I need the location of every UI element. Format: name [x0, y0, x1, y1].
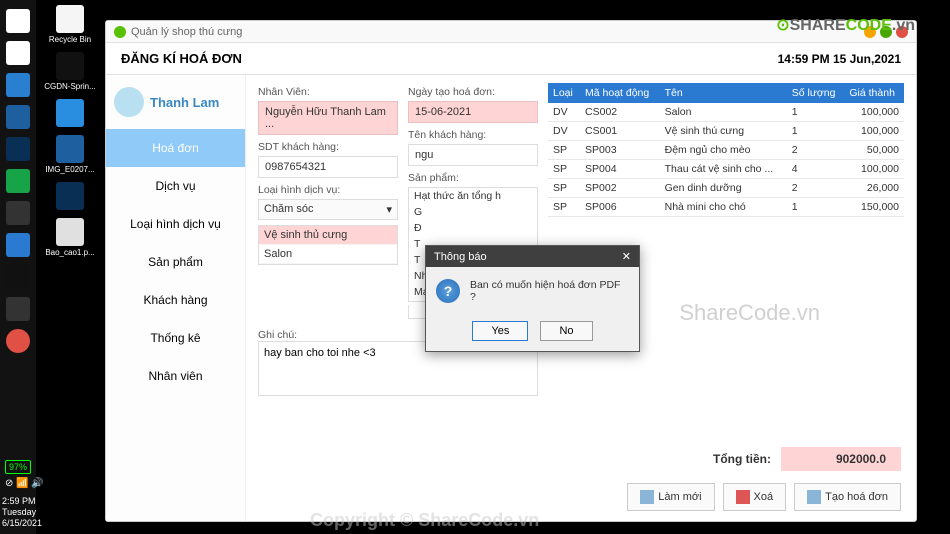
taskbar-app-icon[interactable] — [6, 73, 30, 97]
watermark-center: ShareCode.vn — [679, 300, 820, 326]
th-ma: Mã hoạt động — [580, 83, 660, 103]
tong-tien-value: 902000.0 — [781, 447, 901, 471]
clock[interactable]: 2:59 PM Tuesday 6/15/2021 — [2, 496, 42, 529]
watermark-copyright: Copyright © ShareCode.vn — [310, 510, 539, 531]
dialog-title: Thông báo — [434, 251, 487, 263]
list-item[interactable]: Salon — [259, 245, 397, 264]
page-header: ĐĂNG KÍ HOÁ ĐƠN 14:59 PM 15 Jun,2021 — [106, 43, 916, 75]
action-buttons: Làm mới Xoá Tạo hoá đơn — [627, 483, 901, 511]
list-item[interactable]: Đ — [409, 220, 537, 236]
refresh-icon — [640, 490, 654, 504]
ten-kh-field[interactable]: ngu — [408, 144, 538, 166]
taskbar-app-icon[interactable] — [6, 201, 30, 225]
loai-hinh-select[interactable]: Chăm sóc ▾ — [258, 199, 398, 220]
table-row[interactable]: SPSP004Thau cát vệ sinh cho ...4100,000 — [548, 160, 904, 179]
chevron-down-icon: ▾ — [386, 203, 392, 216]
user-name: Thanh Lam — [150, 95, 219, 110]
table-row[interactable]: SPSP003Đệm ngủ cho mèo250,000 — [548, 141, 904, 160]
taskbar-app-icon[interactable] — [6, 297, 30, 321]
ngay-tao-field[interactable]: 15-06-2021 — [408, 101, 538, 123]
table-row[interactable]: DVCS002Salon1100,000 — [548, 103, 904, 122]
timestamp: 14:59 PM 15 Jun,2021 — [778, 52, 901, 66]
table-row[interactable]: SPSP002Gen dinh dưỡng226,000 — [548, 179, 904, 198]
dialog-no-button[interactable]: No — [540, 321, 592, 341]
dialog-yes-button[interactable]: Yes — [472, 321, 528, 341]
label-loai-hinh: Loại hình dịch vụ: — [258, 184, 398, 196]
sharecode-logo: ⊙SHARECODE.vn — [776, 15, 915, 35]
avatar — [114, 87, 144, 117]
dialog-close-icon[interactable]: ✕ — [622, 250, 631, 263]
sidebar-item-loai-hinh[interactable]: Loại hình dịch vụ — [106, 205, 245, 243]
sidebar-item-nhan-vien[interactable]: Nhân viên — [106, 357, 245, 395]
lam-moi-button[interactable]: Làm mới — [627, 483, 714, 511]
tao-hoa-don-button[interactable]: Tạo hoá đơn — [794, 483, 901, 511]
app-icon — [114, 26, 126, 38]
taskbar-app-icon[interactable] — [6, 265, 30, 289]
label-ten-kh: Tên khách hàng: — [408, 129, 538, 141]
sidebar-item-thong-ke[interactable]: Thống kê — [106, 319, 245, 357]
delete-icon — [736, 490, 750, 504]
user-block: Thanh Lam — [106, 75, 245, 129]
taskbar-app-icon[interactable] — [6, 169, 30, 193]
sidebar-item-hoa-don[interactable]: Hoá đơn — [106, 129, 245, 167]
dialog-titlebar: Thông báo ✕ — [426, 246, 639, 267]
th-ten: Tên — [660, 83, 787, 103]
dialog-message: Ban có muốn hiện hoá đơn PDF ? — [470, 279, 629, 303]
desktop-icon[interactable]: Bao_cao1.p... — [40, 218, 100, 257]
taskbar-app-icon[interactable] — [6, 41, 30, 65]
taskbar-app-icon[interactable] — [6, 137, 30, 161]
desktop-icon[interactable] — [40, 182, 100, 210]
total-row: Tổng tiền: 902000.0 — [713, 447, 901, 471]
sidebar-item-san-pham[interactable]: Sản phẩm — [106, 243, 245, 281]
th-gia: Giá thành — [844, 83, 904, 103]
xoa-button[interactable]: Xoá — [723, 483, 787, 511]
battery-indicator: 97% — [5, 460, 31, 474]
label-sdt: SDT khách hàng: — [258, 141, 398, 153]
taskbar-app-icon[interactable] — [6, 233, 30, 257]
confirm-dialog: Thông báo ✕ ? Ban có muốn hiện hoá đơn P… — [425, 245, 640, 352]
taskbar-app-icon[interactable] — [6, 105, 30, 129]
question-icon: ? — [436, 279, 460, 303]
th-loai: Loại — [548, 83, 580, 103]
desktop-icon[interactable]: CGDN-Sprin... — [40, 52, 100, 91]
label-ngay-tao: Ngày tạo hoá đơn: — [408, 86, 538, 98]
desktop-icon[interactable] — [40, 99, 100, 127]
label-nhan-vien: Nhân Viên: — [258, 86, 398, 98]
tray-icons[interactable]: ⊘ 📶 🔊 — [5, 478, 44, 489]
nhan-vien-field[interactable]: Nguyễn Hữu Thanh Lam ... — [258, 101, 398, 135]
th-sl: Số lượng — [787, 83, 845, 103]
list-item[interactable]: Hạt thức ăn tổng h — [409, 188, 537, 204]
table-row[interactable]: DVCS001Vệ sinh thú cưng1100,000 — [548, 122, 904, 141]
taskbar — [0, 0, 36, 534]
service-listbox[interactable]: Vệ sinh thủ cưng Salon — [258, 225, 398, 265]
desktop-icons: Recycle Bin CGDN-Sprin... IMG_E0207... B… — [40, 5, 100, 265]
start-icon[interactable] — [6, 9, 30, 33]
page-title: ĐĂNG KÍ HOÁ ĐƠN — [121, 51, 242, 66]
label-tong-tien: Tổng tiền: — [713, 452, 771, 466]
list-item[interactable]: G — [409, 204, 537, 220]
sidebar-item-dich-vu[interactable]: Dịch vụ — [106, 167, 245, 205]
sdt-field[interactable]: 0987654321 — [258, 156, 398, 178]
invoice-table: Loại Mã hoạt động Tên Số lượng Giá thành… — [548, 83, 904, 217]
label-san-pham: Sản phẩm: — [408, 172, 538, 184]
sidebar-item-khach-hang[interactable]: Khách hàng — [106, 281, 245, 319]
create-icon — [807, 490, 821, 504]
desktop-icon[interactable]: IMG_E0207... — [40, 135, 100, 174]
desktop-icon[interactable]: Recycle Bin — [40, 5, 100, 44]
taskbar-app-icon[interactable] — [6, 329, 30, 353]
list-item[interactable]: Vệ sinh thủ cưng — [259, 226, 397, 245]
table-row[interactable]: SPSP006Nhà mini cho chó1150,000 — [548, 198, 904, 217]
window-title: Quản lý shop thú cưng — [131, 26, 242, 38]
sidebar: Thanh Lam Hoá đơn Dịch vụ Loại hình dịch… — [106, 75, 246, 521]
